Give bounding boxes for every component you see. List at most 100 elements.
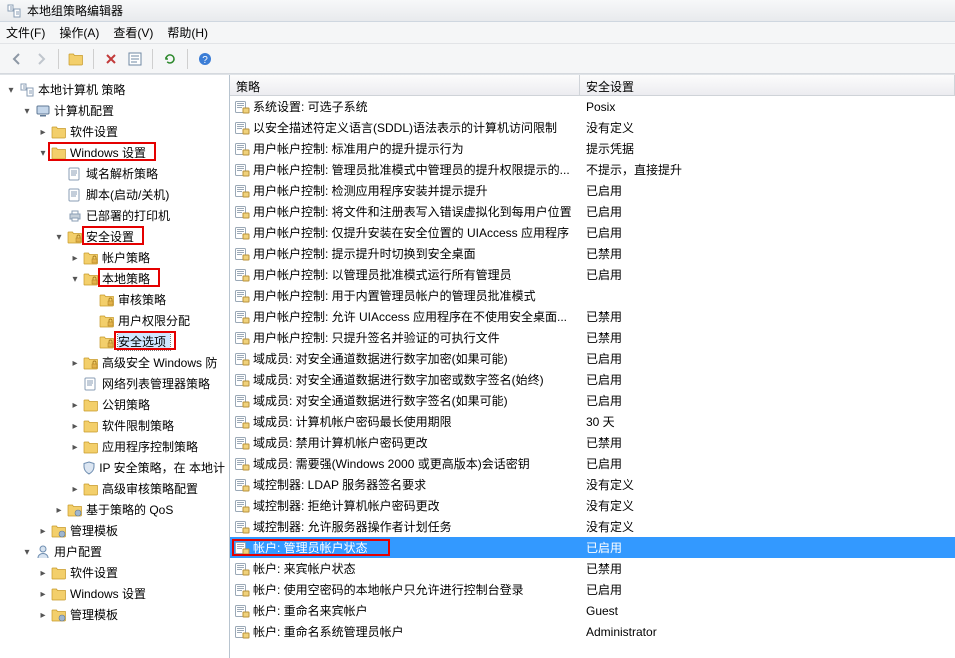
list-row[interactable]: 用户帐户控制: 用于内置管理员帐户的管理员批准模式: [230, 285, 955, 306]
tree-item-user-config[interactable]: ▾用户配置: [0, 541, 229, 562]
list-row[interactable]: 用户帐户控制: 标准用户的提升提示行为提示凭据: [230, 138, 955, 159]
forward-button[interactable]: [30, 48, 52, 70]
tree-label: 软件设置: [70, 123, 122, 140]
toolbar-separator: [58, 49, 59, 69]
list-row[interactable]: 域控制器: LDAP 服务器签名要求没有定义: [230, 474, 955, 495]
list-header: 策略 安全设置: [230, 75, 955, 96]
policy-icon: [234, 330, 250, 346]
tree-item-qos[interactable]: ▸基于策略的 QoS: [0, 499, 229, 520]
tree-label: 已部署的打印机: [86, 207, 174, 224]
tree-item-public-key[interactable]: ▸公钥策略: [0, 394, 229, 415]
list-row[interactable]: 用户帐户控制: 允许 UIAccess 应用程序在不使用安全桌面...已禁用: [230, 306, 955, 327]
tree-item-user-software-settings[interactable]: ▸软件设置: [0, 562, 229, 583]
tree-pane[interactable]: ▾本地计算机 策略▾计算机配置▸软件设置▾Windows 设置域名解析策略脚本(…: [0, 75, 230, 658]
list-row[interactable]: 用户帐户控制: 以管理员批准模式运行所有管理员已启用: [230, 264, 955, 285]
policy-icon: [234, 120, 250, 136]
list-row[interactable]: 帐户: 来宾帐户状态已禁用: [230, 558, 955, 579]
policy-value: 没有定义: [580, 119, 955, 136]
tree-item-computer-config[interactable]: ▾计算机配置: [0, 100, 229, 121]
tree-item-scripts[interactable]: 脚本(启动/关机): [0, 184, 229, 205]
policy-value: Posix: [580, 100, 955, 114]
policy-value: 提示凭据: [580, 140, 955, 157]
properties-button[interactable]: [124, 48, 146, 70]
list-row[interactable]: 域控制器: 允许服务器操作者计划任务没有定义: [230, 516, 955, 537]
tree-item-advanced-windows-fw[interactable]: ▸高级安全 Windows 防: [0, 352, 229, 373]
back-button[interactable]: [6, 48, 28, 70]
column-setting[interactable]: 安全设置: [580, 75, 955, 95]
list-row[interactable]: 域成员: 对安全通道数据进行数字加密或数字签名(始终)已启用: [230, 369, 955, 390]
list-row[interactable]: 域成员: 对安全通道数据进行数字加密(如果可能)已启用: [230, 348, 955, 369]
list-row[interactable]: 用户帐户控制: 将文件和注册表写入错误虚拟化到每用户位置已启用: [230, 201, 955, 222]
policy-value: 已禁用: [580, 434, 955, 451]
tree-label: 安全选项: [118, 333, 170, 350]
delete-button[interactable]: [100, 48, 122, 70]
tree-item-network-list-mgr[interactable]: 网络列表管理器策略: [0, 373, 229, 394]
up-button[interactable]: [65, 48, 87, 70]
tree-item-user-windows-settings[interactable]: ▸Windows 设置: [0, 583, 229, 604]
list-row[interactable]: 域成员: 计算机帐户密码最长使用期限30 天: [230, 411, 955, 432]
tree-item-account-policy[interactable]: ▸帐户策略: [0, 247, 229, 268]
list-row[interactable]: 系统设置: 可选子系统Posix: [230, 96, 955, 117]
list-row[interactable]: 用户帐户控制: 检测应用程序安装并提示提升已启用: [230, 180, 955, 201]
tree-item-software-settings[interactable]: ▸软件设置: [0, 121, 229, 142]
list-row[interactable]: 用户帐户控制: 提示提升时切换到安全桌面已禁用: [230, 243, 955, 264]
list-row[interactable]: 帐户: 管理员帐户状态已启用: [230, 537, 955, 558]
policy-value: 已禁用: [580, 329, 955, 346]
tree-item-advanced-audit[interactable]: ▸高级审核策略配置: [0, 478, 229, 499]
list-pane[interactable]: 策略 安全设置 系统设置: 可选子系统Posix以安全描述符定义语言(SDDL)…: [230, 75, 955, 658]
policy-icon: [234, 435, 250, 451]
policy-icon: [234, 603, 250, 619]
policy-icon: [234, 372, 250, 388]
policy-name: 域控制器: 拒绝计算机帐户密码更改: [253, 497, 440, 514]
tree-label: 用户权限分配: [118, 312, 194, 329]
list-row[interactable]: 域成员: 对安全通道数据进行数字签名(如果可能)已启用: [230, 390, 955, 411]
list-row[interactable]: 帐户: 重命名来宾帐户Guest: [230, 600, 955, 621]
tree-item-app-control[interactable]: ▸应用程序控制策略: [0, 436, 229, 457]
list-row[interactable]: 用户帐户控制: 管理员批准模式中管理员的提升权限提示的...不提示，直接提升: [230, 159, 955, 180]
tree-label: 管理模板: [70, 606, 122, 623]
column-policy[interactable]: 策略: [230, 75, 580, 95]
tree-item-deployed-printers[interactable]: 已部署的打印机: [0, 205, 229, 226]
menu-help[interactable]: 帮助(H): [167, 24, 208, 41]
tree-item-local-policy[interactable]: ▾本地策略: [0, 268, 229, 289]
tree-label: 计算机配置: [54, 102, 118, 119]
policy-icon: [234, 624, 250, 640]
policy-value: 已启用: [580, 182, 955, 199]
list-row[interactable]: 以安全描述符定义语言(SDDL)语法表示的计算机访问限制 没有定义: [230, 117, 955, 138]
window-title: 本地组策略编辑器: [27, 2, 123, 19]
policy-icon: [234, 141, 250, 157]
tree-item-admin-templates-computer[interactable]: ▸管理模板: [0, 520, 229, 541]
tree-item-user-admin-templates[interactable]: ▸管理模板: [0, 604, 229, 625]
menu-action[interactable]: 操作(A): [59, 24, 99, 41]
list-row[interactable]: 用户帐户控制: 仅提升安装在安全位置的 UIAccess 应用程序已启用: [230, 222, 955, 243]
policy-icon: [234, 309, 250, 325]
list-row[interactable]: 域控制器: 拒绝计算机帐户密码更改没有定义: [230, 495, 955, 516]
list-row[interactable]: 域成员: 需要强(Windows 2000 或更高版本)会话密钥已启用: [230, 453, 955, 474]
tree-item-windows-settings[interactable]: ▾Windows 设置: [0, 142, 229, 163]
policy-value: 已启用: [580, 266, 955, 283]
tree-item-root[interactable]: ▾本地计算机 策略: [0, 79, 229, 100]
policy-name: 域成员: 计算机帐户密码最长使用期限: [253, 413, 452, 430]
list-row[interactable]: 帐户: 使用空密码的本地帐户只允许进行控制台登录已启用: [230, 579, 955, 600]
list-row[interactable]: 用户帐户控制: 只提升签名并验证的可执行文件已禁用: [230, 327, 955, 348]
list-row[interactable]: 帐户: 重命名系统管理员帐户Administrator: [230, 621, 955, 642]
tree-item-dns-policy[interactable]: 域名解析策略: [0, 163, 229, 184]
tree-label: 审核策略: [118, 291, 170, 308]
policy-icon: [234, 183, 250, 199]
tree-item-software-restriction[interactable]: ▸软件限制策略: [0, 415, 229, 436]
tree-item-user-rights[interactable]: 用户权限分配: [0, 310, 229, 331]
policy-name: 以安全描述符定义语言(SDDL)语法表示的计算机访问限制: [253, 119, 557, 136]
tree-label: 脚本(启动/关机): [86, 186, 173, 203]
tree-label: IP 安全策略，在 本地计: [99, 459, 229, 476]
menu-file[interactable]: 文件(F): [6, 24, 45, 41]
menu-view[interactable]: 查看(V): [113, 24, 153, 41]
tree-item-security-options[interactable]: 安全选项: [0, 331, 229, 352]
tree-item-audit-policy[interactable]: 审核策略: [0, 289, 229, 310]
refresh-button[interactable]: [159, 48, 181, 70]
tree-label: 安全设置: [86, 228, 138, 245]
policy-value: 已启用: [580, 350, 955, 367]
tree-item-security-settings[interactable]: ▾安全设置: [0, 226, 229, 247]
list-row[interactable]: 域成员: 禁用计算机帐户密码更改已禁用: [230, 432, 955, 453]
help-button[interactable]: ?: [194, 48, 216, 70]
tree-item-ip-security[interactable]: IP 安全策略，在 本地计: [0, 457, 229, 478]
